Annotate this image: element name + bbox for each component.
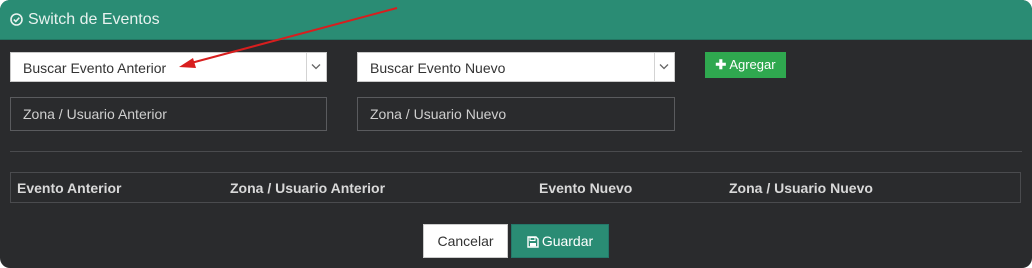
- check-circle-icon: [10, 13, 23, 26]
- plus-icon: ✚: [715, 57, 727, 72]
- previous-zone-user-input[interactable]: [10, 97, 327, 131]
- previous-event-dropdown-toggle[interactable]: [306, 53, 326, 81]
- add-button-label: Agregar: [729, 57, 776, 72]
- chevron-down-icon: [659, 64, 669, 70]
- dialog-header: Switch de Eventos: [0, 0, 1032, 40]
- chevron-down-icon: [311, 64, 321, 70]
- dialog-title: Switch de Eventos: [28, 11, 160, 28]
- column-new-event: Evento Nuevo: [539, 180, 633, 196]
- switch-events-dialog: Switch de Eventos Buscar Evento Anterior…: [0, 0, 1032, 268]
- events-table-header: Evento Anterior Zona / Usuario Anterior …: [10, 172, 1021, 203]
- search-new-event-value: Buscar Evento Nuevo: [370, 60, 506, 76]
- new-event-dropdown-toggle[interactable]: [654, 53, 674, 81]
- divider: [10, 151, 1022, 152]
- column-previous-zone-user: Zona / Usuario Anterior: [230, 180, 386, 196]
- save-button-label: Guardar: [541, 233, 594, 249]
- search-previous-event-value: Buscar Evento Anterior: [23, 60, 167, 76]
- floppy-disk-icon: [527, 236, 539, 248]
- cancel-button[interactable]: Cancelar: [423, 224, 508, 258]
- new-zone-user-input[interactable]: [357, 97, 675, 131]
- search-previous-event-select[interactable]: Buscar Evento Anterior: [10, 52, 327, 82]
- add-button[interactable]: ✚ Agregar: [705, 52, 786, 78]
- search-new-event-select[interactable]: Buscar Evento Nuevo: [357, 52, 675, 82]
- column-previous-event: Evento Anterior: [17, 180, 122, 196]
- column-new-zone-user: Zona / Usuario Nuevo: [729, 180, 873, 196]
- save-button[interactable]: Guardar: [511, 224, 609, 258]
